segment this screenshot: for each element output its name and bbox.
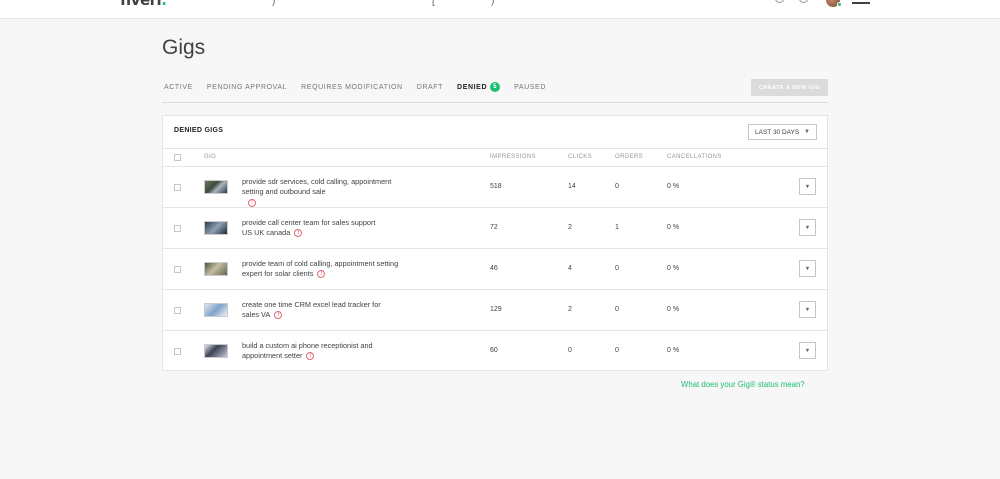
table-row: provide team of cold calling, appointmen… [163,249,827,290]
row-actions-dropdown[interactable]: ▼ [799,301,816,318]
impressions-value: 518 [490,183,502,190]
gig-title[interactable]: create one time CRM excel lead tracker f… [242,300,392,321]
tab-pending-approval[interactable]: PENDING APPROVAL [207,84,287,91]
table-row: provide sdr services, cold calling, appo… [163,167,827,208]
period-value: LAST 30 DAYS [755,128,800,136]
gig-title[interactable]: provide sdr services, cold calling, appo… [242,177,412,208]
row-checkbox[interactable] [174,348,181,355]
orders-value: 0 [615,183,619,190]
gig-thumbnail[interactable] [204,221,228,235]
warning-icon[interactable]: ! [306,352,315,361]
cancellations-value: 0 % [667,347,680,354]
table-row: create one time CRM excel lead tracker f… [163,290,827,331]
page-title: Gigs [162,36,206,59]
impressions-value: 46 [490,265,498,272]
row-checkbox[interactable] [174,184,181,191]
warning-icon[interactable]: ! [294,229,303,238]
clicks-value: 2 [568,224,572,231]
panel-title: DENIED GIGS [174,127,224,134]
tab-denied[interactable]: DENIED 5 [457,82,501,92]
warning-icon[interactable]: ! [274,311,283,320]
column-gig: GIG [204,154,217,160]
top-navigation-bar: fiverr. ) [ ) [0,0,1000,19]
gig-title[interactable]: provide call center team for sales suppo… [242,218,382,239]
create-new-gig-button[interactable]: CREATE A NEW GIG [751,79,828,96]
fiverr-logo[interactable]: fiverr. [120,0,167,9]
orders-value: 1 [615,224,619,231]
denied-count-badge: 5 [490,82,501,92]
tabs-divider [162,102,828,103]
column-clicks[interactable]: CLICKS [568,154,592,160]
impressions-value: 72 [490,224,498,231]
row-actions-dropdown[interactable]: ▼ [799,219,816,236]
orders-value: 0 [615,265,619,272]
messages-icon[interactable] [775,0,784,3]
help-icon[interactable] [799,0,808,3]
table-header: GIG IMPRESSIONS CLICKS ORDERS CANCELLATI… [163,149,827,167]
nav-fragment[interactable]: ) [491,0,494,7]
column-cancellations[interactable]: CANCELLATIONS [667,154,722,160]
row-checkbox[interactable] [174,307,181,314]
tab-active[interactable]: ACTIVE [164,84,193,91]
impressions-value: 60 [490,347,498,354]
nav-fragment[interactable]: ) [272,0,275,7]
clicks-value: 0 [568,347,572,354]
cancellations-value: 0 % [667,265,680,272]
row-actions-dropdown[interactable]: ▼ [799,178,816,195]
cancellations-value: 0 % [667,306,680,313]
row-actions-dropdown[interactable]: ▼ [799,342,816,359]
table-row: build a custom ai phone receptionist and… [163,331,827,372]
select-all-checkbox[interactable] [174,154,181,161]
gig-thumbnail[interactable] [204,262,228,276]
row-actions-dropdown[interactable]: ▼ [799,260,816,277]
gig-thumbnail[interactable] [204,180,228,194]
denied-gigs-panel: DENIED GIGS LAST 30 DAYS ▼ GIG IMPRESSIO… [162,115,828,371]
clicks-value: 14 [568,183,576,190]
orders-value: 0 [615,347,619,354]
cancellations-value: 0 % [667,183,680,190]
gig-title[interactable]: build a custom ai phone receptionist and… [242,341,394,362]
tab-paused[interactable]: PAUSED [514,84,546,91]
impressions-value: 129 [490,306,502,313]
panel-header: DENIED GIGS LAST 30 DAYS ▼ [163,116,827,149]
gig-thumbnail[interactable] [204,303,228,317]
warning-icon[interactable]: ! [317,270,326,279]
chevron-down-icon: ▼ [804,129,810,135]
online-status-dot [837,2,842,7]
column-orders[interactable]: ORDERS [615,154,643,160]
row-checkbox[interactable] [174,266,181,273]
tab-draft[interactable]: DRAFT [417,84,443,91]
gig-status-help-link[interactable]: What does your Gig® status mean? [681,380,805,389]
tab-requires-modification[interactable]: REQUIRES MODIFICATION [301,84,403,91]
gig-title[interactable]: provide team of cold calling, appointmen… [242,259,402,280]
menu-icon[interactable] [852,2,870,4]
column-impressions[interactable]: IMPRESSIONS [490,154,536,160]
row-checkbox[interactable] [174,225,181,232]
clicks-value: 2 [568,306,572,313]
warning-icon[interactable]: ! [248,198,256,207]
clicks-value: 4 [568,265,572,272]
table-row: provide call center team for sales suppo… [163,208,827,249]
period-select[interactable]: LAST 30 DAYS ▼ [748,124,817,140]
nav-fragment[interactable]: [ [432,0,435,7]
gig-thumbnail[interactable] [204,344,228,358]
gig-status-tabs: ACTIVE PENDING APPROVAL REQUIRES MODIFIC… [164,80,560,94]
orders-value: 0 [615,306,619,313]
cancellations-value: 0 % [667,224,680,231]
